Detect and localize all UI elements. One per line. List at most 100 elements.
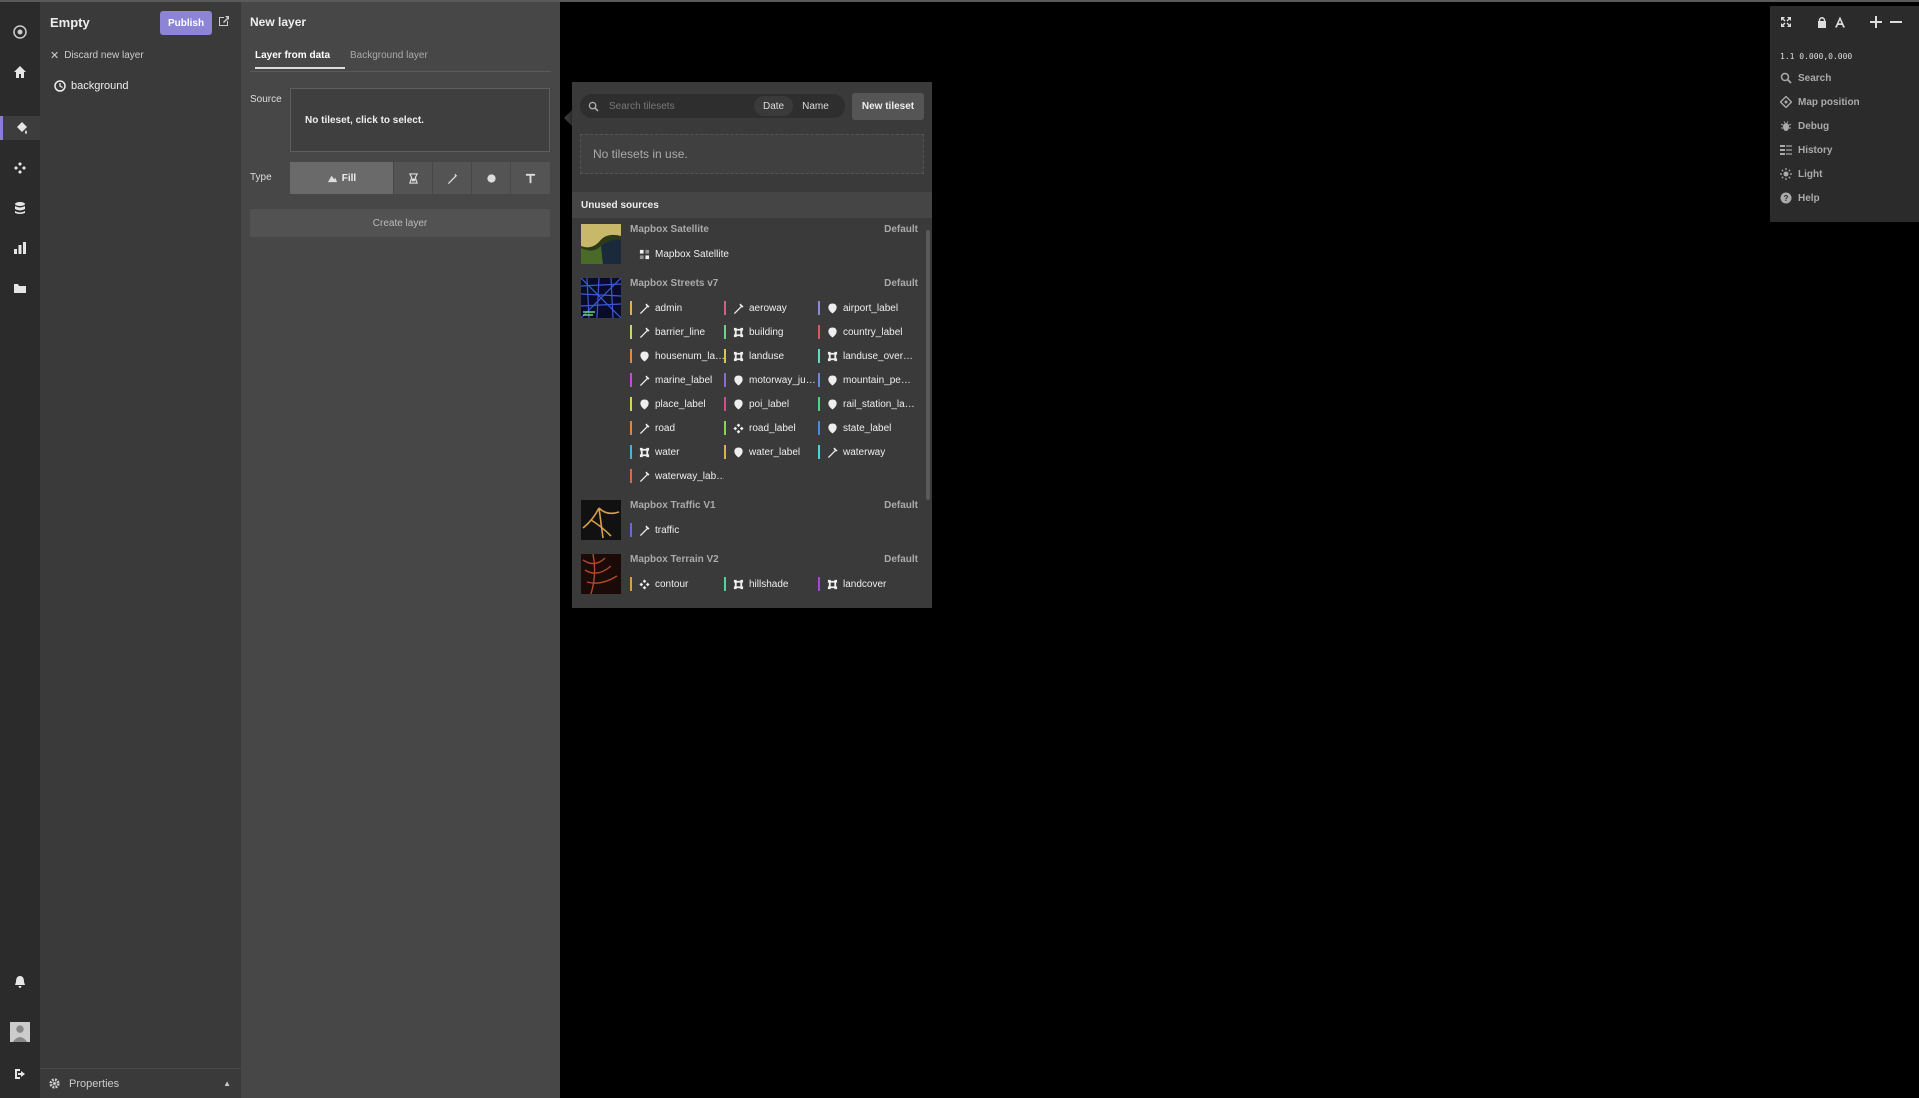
polygon-icon — [733, 351, 744, 361]
layer-name: motorway_ju… — [749, 374, 816, 386]
style-paint-icon[interactable] — [0, 116, 40, 140]
line-icon — [639, 470, 650, 482]
layer-name: landuse — [749, 350, 785, 362]
type-circle-button[interactable] — [472, 162, 511, 194]
source-layer-item[interactable]: motorway_ju… — [724, 368, 818, 392]
publish-button[interactable]: Publish — [160, 11, 212, 35]
source-layer-item[interactable]: water_label — [724, 440, 818, 464]
layers-panel: Empty Publish ✕ Discard new layer backgr… — [40, 2, 241, 1098]
folder-icon[interactable] — [8, 276, 32, 300]
layer-name: state_label — [843, 422, 892, 434]
search-icon — [1780, 72, 1792, 84]
source-layer-item[interactable]: landuse — [724, 344, 818, 368]
satellite-thumbnail — [581, 224, 621, 264]
layer-name: traffic — [655, 524, 680, 536]
sign-out-icon[interactable] — [8, 1062, 32, 1086]
source-layer-item[interactable]: barrier_line — [630, 320, 724, 344]
source-layer-item[interactable]: waterway_lab… — [630, 464, 724, 488]
search-input[interactable] — [607, 99, 737, 113]
source-mapbox-terrain[interactable]: Mapbox Terrain V2 Default contour hillsha… — [572, 550, 932, 596]
light-button[interactable]: Light — [1780, 166, 1822, 182]
home-icon[interactable] — [8, 60, 32, 84]
fullscreen-button[interactable] — [1778, 14, 1794, 30]
layer-name: waterway — [843, 446, 886, 458]
components-icon[interactable] — [8, 156, 32, 180]
layer-name: poi_label — [749, 398, 790, 410]
sources-scrollbar[interactable] — [926, 230, 930, 500]
polygon-icon — [827, 351, 838, 361]
source-select[interactable]: No tileset, click to select. — [290, 88, 550, 152]
source-layer-item[interactable]: landcover — [818, 572, 918, 596]
source-layer-item[interactable]: country_label — [818, 320, 918, 344]
default-badge: Default — [884, 223, 918, 235]
zoom-in-button[interactable] — [1868, 14, 1884, 30]
help-button[interactable]: ? Help — [1780, 190, 1820, 206]
source-mapbox-satellite[interactable]: Mapbox Satellite Default Mapbox Satellit… — [572, 220, 932, 266]
icon-rail — [0, 2, 40, 1098]
sort-name-button[interactable]: Name — [793, 96, 838, 116]
source-layer-item[interactable]: place_label — [630, 392, 724, 416]
studio-logo-icon[interactable] — [8, 20, 32, 44]
source-layer-item[interactable]: aeroway — [724, 296, 818, 320]
panel-title: New layer — [250, 15, 307, 29]
line-icon — [733, 302, 744, 314]
tileset-picker: Date Name New tileset No tilesets in use… — [572, 82, 932, 608]
map-search-button[interactable]: Search — [1780, 70, 1831, 86]
source-layer-item[interactable]: rail_station_la… — [818, 392, 918, 416]
debug-button[interactable]: Debug — [1780, 118, 1829, 134]
map-position-button[interactable]: Map position — [1780, 94, 1860, 110]
statistics-icon[interactable] — [8, 236, 32, 260]
popover-arrow — [564, 110, 572, 126]
database-icon[interactable] — [8, 196, 32, 220]
source-layer-item[interactable]: waterway — [818, 440, 918, 464]
labels-button[interactable] — [1832, 14, 1848, 30]
zoom-out-button[interactable] — [1888, 14, 1904, 30]
source-layer-item[interactable]: mountain_pe… — [818, 368, 918, 392]
point-icon — [828, 398, 837, 410]
history-button[interactable]: History — [1780, 142, 1832, 158]
source-layer-item[interactable]: Mapbox Satellite — [630, 242, 818, 266]
help-icon: ? — [1780, 192, 1792, 204]
source-mapbox-traffic[interactable]: Mapbox Traffic V1 Default traffic — [572, 496, 932, 542]
layer-color-bar — [724, 421, 726, 435]
style-name[interactable]: Empty — [50, 15, 90, 30]
source-layer-item[interactable]: marine_label — [630, 368, 724, 392]
source-mapbox-streets[interactable]: Mapbox Streets v7 Default admin aeroway ai… — [572, 274, 932, 488]
source-layer-item[interactable]: airport_label — [818, 296, 918, 320]
text-a-icon — [1835, 16, 1845, 28]
layer-name: building — [749, 326, 784, 338]
source-layer-item[interactable]: hillshade — [724, 572, 818, 596]
source-layer-item[interactable]: water — [630, 440, 724, 464]
avatar[interactable] — [8, 1020, 32, 1044]
notifications-bell-icon[interactable] — [8, 970, 32, 994]
layer-color-bar — [818, 421, 820, 435]
tab-layer-from-data[interactable]: Layer from data — [255, 50, 345, 69]
layer-name: water_label — [749, 446, 801, 458]
source-layer-item[interactable]: road_label — [724, 416, 818, 440]
external-link-icon[interactable] — [218, 15, 230, 27]
source-layer-item[interactable]: admin — [630, 296, 724, 320]
type-fill-extrusion-button[interactable] — [394, 162, 433, 194]
bug-icon — [1780, 121, 1792, 131]
source-layer-item[interactable]: building — [724, 320, 818, 344]
source-layer-item[interactable]: state_label — [818, 416, 918, 440]
layer-item-background[interactable]: background — [54, 80, 129, 92]
source-layer-item[interactable]: housenum_la… — [630, 344, 724, 368]
sort-date-button[interactable]: Date — [754, 96, 794, 116]
discard-new-layer-button[interactable]: ✕ Discard new layer — [50, 49, 144, 62]
source-layer-item[interactable]: traffic — [630, 518, 724, 542]
type-symbol-button[interactable] — [511, 162, 550, 194]
source-layer-item[interactable]: road — [630, 416, 724, 440]
streets-layer-grid: admin aeroway airport_label barrier_line bui… — [630, 296, 918, 488]
type-line-button[interactable] — [433, 162, 472, 194]
lock-button[interactable] — [1814, 14, 1830, 30]
type-fill-button[interactable]: Fill — [290, 162, 394, 194]
create-layer-button[interactable]: Create layer — [250, 209, 550, 237]
background-layer-icon — [54, 80, 66, 92]
source-layer-item[interactable]: contour — [630, 572, 724, 596]
new-tileset-button[interactable]: New tileset — [852, 93, 924, 120]
tab-background-layer[interactable]: Background layer — [350, 50, 428, 67]
properties-toggle[interactable]: Properties ▲ — [40, 1068, 241, 1098]
source-layer-item[interactable]: poi_label — [724, 392, 818, 416]
source-layer-item[interactable]: landuse_over… — [818, 344, 918, 368]
